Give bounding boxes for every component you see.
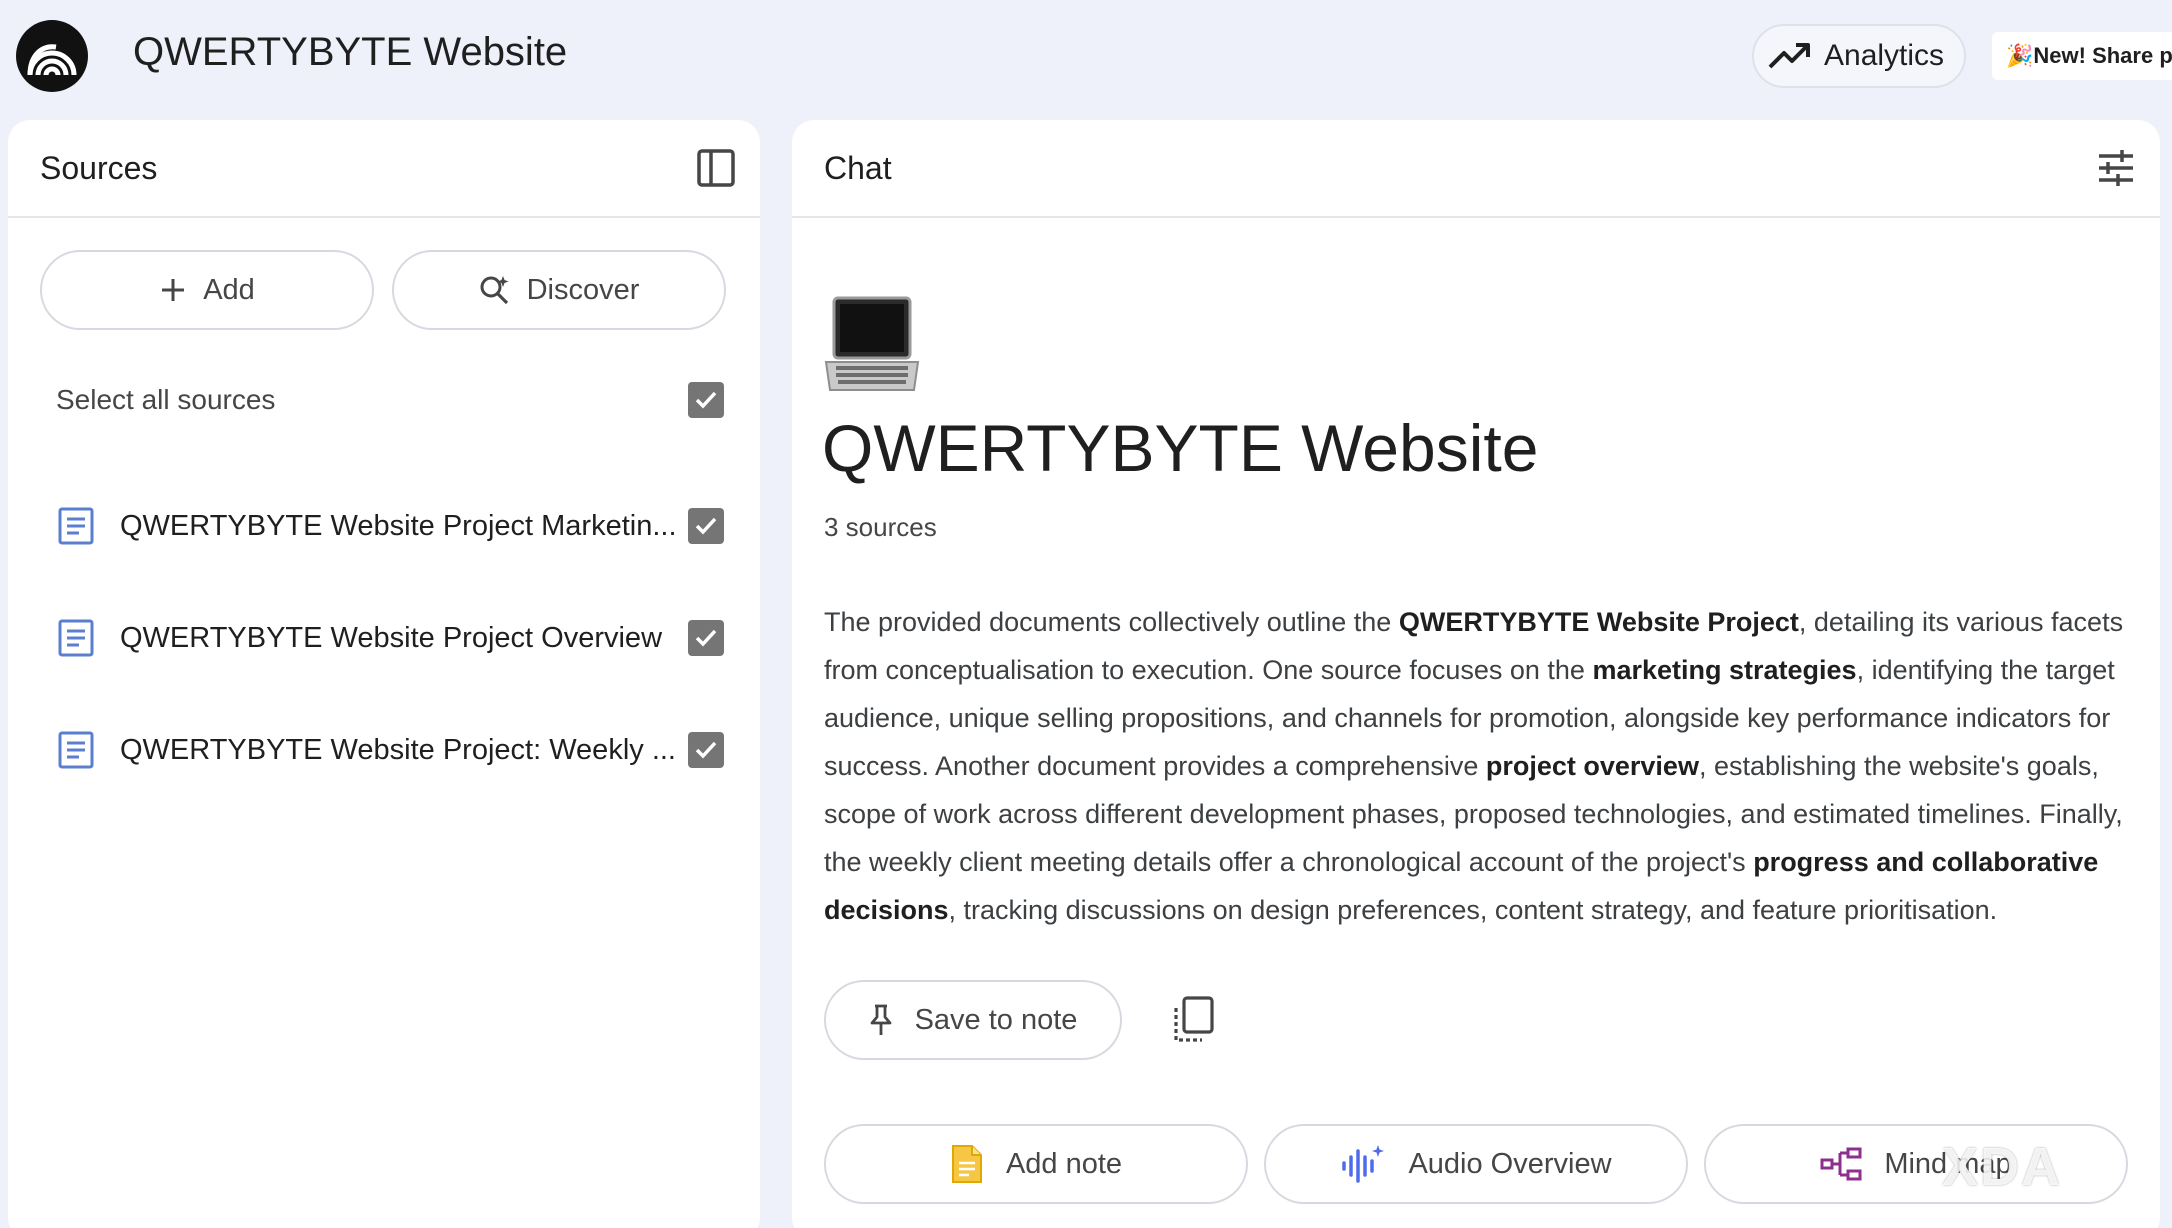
plus-icon [162, 279, 185, 301]
new-share-banner[interactable]: 🎉New! Share p [1992, 32, 2172, 80]
discover-icon [480, 276, 509, 305]
document-icon [58, 619, 94, 657]
top-bar: QWERTYBYTE Website Analytics 🎉New! Share… [0, 0, 2172, 112]
note-icon [951, 1145, 982, 1183]
chat-header: Chat [792, 120, 2160, 218]
app-title: QWERTYBYTE Website [133, 30, 568, 74]
sources-title: Sources [40, 149, 158, 186]
summary-text: , tracking discussions on design prefere… [948, 895, 1998, 925]
discover-label: Discover [526, 273, 640, 306]
notebook-actions: Add note Audio Overview Mind map [824, 1124, 2128, 1204]
summary-highlight: QWERTYBYTE Website Project [1398, 607, 1799, 637]
select-all-row[interactable]: Select all sources [56, 376, 724, 424]
chat-title: Chat [824, 149, 892, 186]
source-checkbox[interactable] [688, 508, 724, 544]
source-count: 3 sources [824, 512, 937, 542]
chat-panel: Chat QWERTYBYTE Website 3 sources The pr… [792, 120, 2160, 1228]
pin-icon [870, 1004, 891, 1035]
tune-icon[interactable] [2096, 148, 2136, 188]
source-checkbox[interactable] [688, 732, 724, 768]
add-note-button[interactable]: Add note [824, 1124, 1248, 1204]
xda-watermark: XDA [1942, 1137, 2063, 1197]
source-item-label: QWERTYBYTE Website Project: Weekly ... [120, 733, 676, 766]
document-icon [58, 731, 94, 769]
source-actions: Add Discover [40, 250, 726, 330]
discover-button[interactable]: Discover [392, 250, 726, 330]
source-list: QWERTYBYTE Website Project Marketin... Q… [56, 470, 724, 806]
save-to-note-label: Save to note [914, 1003, 1078, 1036]
notebook-title: QWERTYBYTE Website [822, 411, 1539, 485]
select-all-checkbox[interactable] [688, 382, 724, 418]
source-item[interactable]: QWERTYBYTE Website Project: Weekly ... [56, 694, 724, 806]
source-item-label: QWERTYBYTE Website Project Marketin... [120, 509, 677, 542]
panel-toggle-icon[interactable] [696, 148, 736, 188]
notebook-summary: The provided documents collectively outl… [824, 598, 2134, 934]
add-source-button[interactable]: Add [40, 250, 374, 330]
laptop-icon [824, 296, 920, 391]
audio-overview-label: Audio Overview [1408, 1147, 1612, 1180]
analytics-label: Analytics [1824, 39, 1945, 72]
notebooklm-logo-icon[interactable] [16, 20, 88, 92]
checkbox-icon [695, 391, 717, 409]
audio-wave-icon [1342, 1145, 1385, 1183]
sources-panel: Sources Add Discover Select all sources [8, 120, 760, 1228]
summary-text: The provided documents collectively outl… [824, 607, 1399, 637]
sources-header: Sources [8, 120, 760, 218]
source-item-label: QWERTYBYTE Website Project Overview [120, 621, 663, 654]
save-to-note-button[interactable]: Save to note [824, 980, 1122, 1060]
trending-up-icon [1768, 43, 1810, 69]
document-icon [58, 507, 94, 545]
add-label: Add [203, 273, 255, 306]
source-checkbox[interactable] [688, 620, 724, 656]
select-all-label: Select all sources [56, 384, 276, 415]
source-item[interactable]: QWERTYBYTE Website Project Overview [56, 582, 724, 694]
mind-map-button[interactable]: Mind map [1704, 1124, 2128, 1204]
mind-map-icon [1820, 1147, 1862, 1181]
summary-highlight: project overview [1485, 751, 1699, 781]
checkbox-icon [695, 741, 717, 759]
summary-highlight: marketing strategies [1592, 655, 1857, 685]
checkbox-icon [695, 629, 717, 647]
checkbox-icon [695, 517, 717, 535]
copy-icon[interactable] [1172, 996, 1216, 1044]
analytics-button[interactable]: Analytics [1752, 24, 1966, 88]
audio-overview-button[interactable]: Audio Overview [1264, 1124, 1688, 1204]
add-note-label: Add note [1005, 1147, 1123, 1180]
source-item[interactable]: QWERTYBYTE Website Project Marketin... [56, 470, 724, 582]
